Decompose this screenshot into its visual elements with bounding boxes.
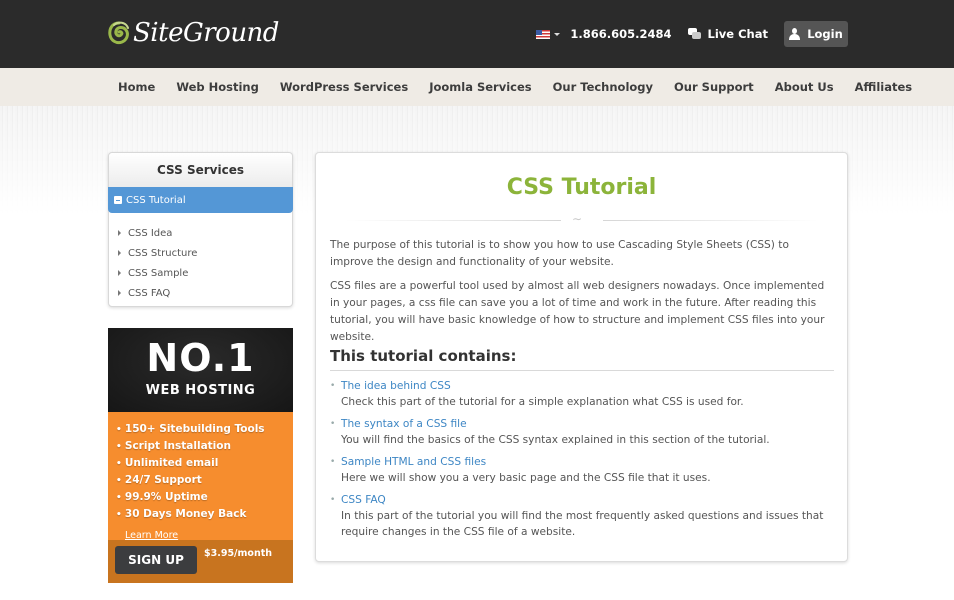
wave-ornament-icon: ∼ [572,212,583,226]
sidebar-title: CSS Services [109,153,292,187]
caret-right-icon [118,250,121,256]
divider-line-left [346,220,561,221]
intro-text: The purpose of this tutorial is to show … [330,237,835,353]
ad-subheadline: WEB HOSTING [145,383,256,398]
intro-paragraph: CSS files are a powerful tool used by al… [330,280,825,343]
contents-heading: This tutorial contains: [330,347,834,371]
caret-right-icon [118,270,121,276]
list-item: CSS FAQ In this part of the tutorial you… [330,492,835,540]
main-content-card: CSS Tutorial ∼ The purpose of this tutor… [315,152,848,562]
ad-feature: Script Installation [116,438,293,455]
content-link-syntax[interactable]: The syntax of a CSS file [341,416,835,432]
content-description: Check this part of the tutorial for a si… [341,396,744,408]
page-title: CSS Tutorial [506,175,657,200]
hosting-ad-banner[interactable]: NO.1 WEB HOSTING 150+ Sitebuilding Tools… [108,328,293,583]
nav-our-support[interactable]: Our Support [674,80,754,94]
sidebar-item-css-faq[interactable]: CSS FAQ [118,283,292,303]
nav-our-technology[interactable]: Our Technology [553,80,653,94]
content-link-sample[interactable]: Sample HTML and CSS files [341,454,835,470]
nav-affiliates[interactable]: Affiliates [855,80,913,94]
collapse-icon [114,196,122,204]
site-header: SiteGround 1.866.605.2484 Live Chat Logi… [0,0,954,68]
sidebar-item-label: CSS Idea [128,227,173,239]
logo-text: SiteGround [133,18,279,48]
live-chat-link[interactable]: Live Chat [708,27,768,41]
contents-list: The idea behind CSS Check this part of t… [330,378,835,546]
ad-headline: NO.1 [146,336,255,380]
divider-line-right [603,220,818,221]
ad-price: $3.95/month [204,548,273,559]
logo-swirl-icon [108,21,129,45]
sign-up-button[interactable]: SIGN UP [115,546,197,574]
ad-feature: 150+ Sitebuilding Tools [116,421,293,438]
ad-feature: Unlimited email [116,455,293,472]
ad-feature: 30 Days Money Back [116,506,293,523]
chat-bubbles-icon[interactable] [687,28,702,40]
list-item: Sample HTML and CSS files Here we will s… [330,454,835,486]
login-label: Login [807,27,843,41]
siteground-logo[interactable]: SiteGround [108,16,279,50]
list-item: The idea behind CSS Check this part of t… [330,378,835,410]
sidebar-item-label: CSS FAQ [128,287,171,299]
sidebar-item-css-sample[interactable]: CSS Sample [118,263,292,283]
header-utilities: 1.866.605.2484 Live Chat Login [536,21,848,47]
ad-features: 150+ Sitebuilding Tools Script Installat… [108,412,293,541]
login-button[interactable]: Login [784,21,848,47]
sidebar-menu: CSS Services CSS Tutorial CSS Idea CSS S… [108,152,293,307]
list-item: The syntax of a CSS file You will find t… [330,416,835,448]
ad-feature: 99.9% Uptime [116,489,293,506]
nav-home[interactable]: Home [118,80,155,94]
sidebar-item-css-idea[interactable]: CSS Idea [118,223,292,243]
content-description: You will find the basics of the CSS synt… [341,434,770,446]
content-description: Here we will show you a very basic page … [341,472,711,484]
content-description: In this part of the tutorial you will fi… [341,510,824,538]
sidebar-active-label: CSS Tutorial [126,194,186,206]
sidebar-item-css-tutorial[interactable]: CSS Tutorial [108,187,293,213]
caret-right-icon [118,290,121,296]
caret-right-icon [118,230,121,236]
sidebar-item-label: CSS Sample [128,267,189,279]
nav-web-hosting[interactable]: Web Hosting [176,80,259,94]
title-divider: ∼ [346,212,818,226]
user-icon [789,28,801,40]
chevron-down-icon[interactable] [554,32,561,36]
phone-number[interactable]: 1.866.605.2484 [570,27,671,41]
main-nav: Home Web Hosting WordPress Services Joom… [0,68,954,106]
nav-about-us[interactable]: About Us [775,80,834,94]
ad-feature: 24/7 Support [116,472,293,489]
intro-paragraph: The purpose of this tutorial is to show … [330,239,789,268]
ad-footer: SIGN UP $3.95/month [108,540,293,583]
content-link-faq[interactable]: CSS FAQ [341,492,835,508]
sidebar-item-label: CSS Structure [128,247,198,259]
nav-wordpress-services[interactable]: WordPress Services [280,80,408,94]
sidebar-item-css-structure[interactable]: CSS Structure [118,243,292,263]
nav-joomla-services[interactable]: Joomla Services [429,80,531,94]
ad-header: NO.1 WEB HOSTING [108,328,293,412]
content-link-idea[interactable]: The idea behind CSS [341,378,835,394]
us-flag-icon[interactable] [536,29,551,39]
